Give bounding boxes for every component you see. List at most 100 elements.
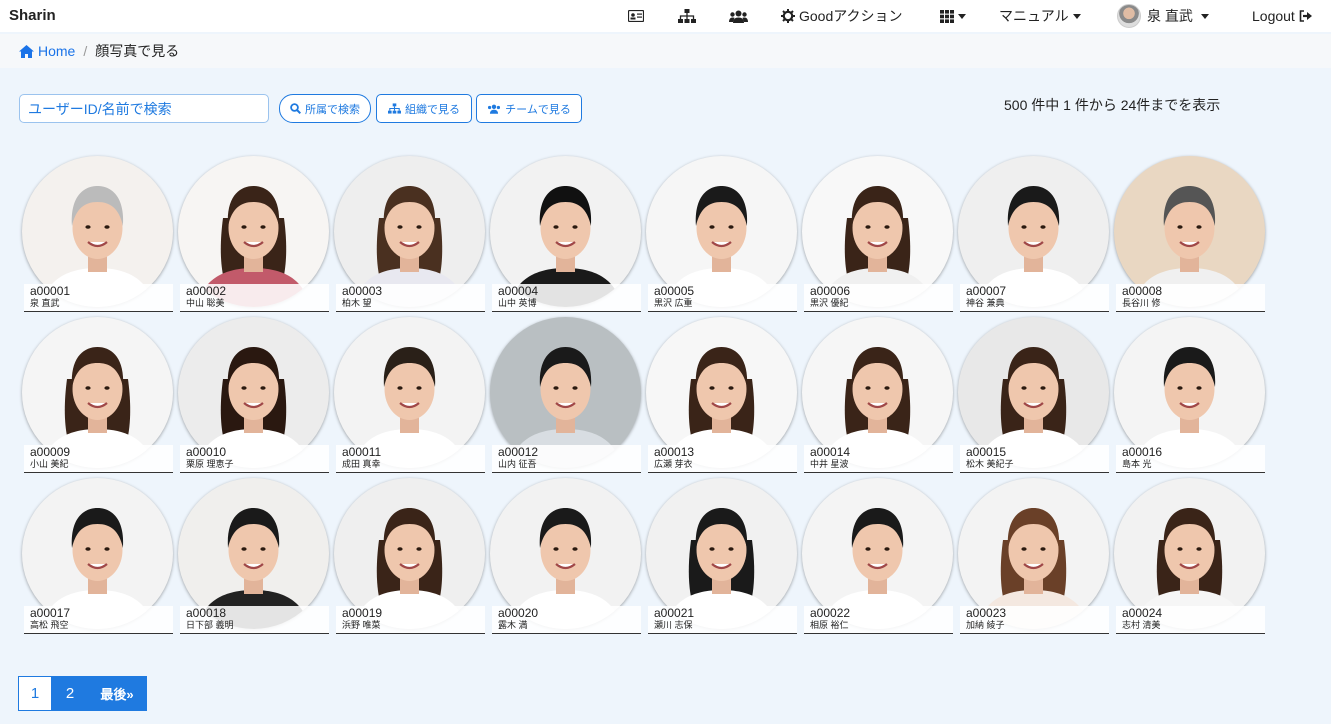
user-name: 松木 美紀子 xyxy=(966,459,1014,469)
user-name: 加納 綾子 xyxy=(966,620,1005,630)
user-label: a00017 高松 飛空 xyxy=(24,606,173,634)
chevron-down-icon xyxy=(1072,13,1081,19)
user-id: a00011 xyxy=(342,445,382,459)
user-card[interactable]: a00005 黒沢 広重 xyxy=(646,156,797,312)
user-label: a00022 相原 裕仁 xyxy=(804,606,953,634)
user-label: a00023 加納 綾子 xyxy=(960,606,1109,634)
user-card[interactable]: a00018 日下部 義明 xyxy=(178,478,329,634)
org-chart-icon[interactable] xyxy=(678,0,696,32)
user-card[interactable]: a00009 小山 美紀 xyxy=(22,317,173,473)
user-label: a00007 神谷 兼典 xyxy=(960,284,1109,312)
user-name: 黒沢 広重 xyxy=(654,298,693,308)
user-name: 柏木 望 xyxy=(342,298,372,308)
user-id: a00024 xyxy=(1122,606,1163,620)
user-label: a00016 島本 光 xyxy=(1116,445,1265,473)
user-label: a00004 山中 英博 xyxy=(492,284,641,312)
user-card[interactable]: a00019 浜野 唯菜 xyxy=(334,478,485,634)
user-name: 広瀬 芽衣 xyxy=(654,459,693,469)
view-org-button[interactable]: 組織で見る xyxy=(376,94,472,123)
last-page-link[interactable]: 最後» xyxy=(88,676,147,711)
user-id: a00017 xyxy=(30,606,71,620)
manual-menu[interactable]: マニュアル xyxy=(999,0,1081,32)
chevron-down-icon xyxy=(1200,13,1209,19)
user-name: 高松 飛空 xyxy=(30,620,69,630)
user-card[interactable]: a00014 中井 星波 xyxy=(802,317,953,473)
logout-link[interactable]: Logout xyxy=(1252,0,1312,32)
user-id: a00006 xyxy=(810,284,851,298)
user-card[interactable]: a00013 広瀬 芽衣 xyxy=(646,317,797,473)
user-card[interactable]: a00010 栗原 理恵子 xyxy=(178,317,329,473)
user-name: 中山 聡美 xyxy=(186,298,225,308)
user-name: 山中 英博 xyxy=(498,298,537,308)
search-input[interactable] xyxy=(19,94,269,123)
user-label: a00020 露木 満 xyxy=(492,606,641,634)
user-card[interactable]: a00015 松木 美紀子 xyxy=(958,317,1109,473)
user-id: a00005 xyxy=(654,284,695,298)
user-card[interactable]: a00023 加納 綾子 xyxy=(958,478,1109,634)
user-id: a00021 xyxy=(654,606,695,620)
users-icon[interactable] xyxy=(729,0,748,32)
user-card[interactable]: a00008 長谷川 修 xyxy=(1114,156,1265,312)
user-id: a00022 xyxy=(810,606,851,620)
user-card[interactable]: a00006 黒沢 優紀 xyxy=(802,156,953,312)
id-card-icon[interactable] xyxy=(628,0,644,32)
view-org-label: 組織で見る xyxy=(405,103,460,116)
user-id: a00019 xyxy=(342,606,383,620)
user-name: 神谷 兼典 xyxy=(966,298,1005,308)
user-card[interactable]: a00016 島本 光 xyxy=(1114,317,1265,473)
breadcrumb-current: 顔写真で見る xyxy=(95,43,180,59)
user-card[interactable]: a00020 露木 満 xyxy=(490,478,641,634)
user-card[interactable]: a00003 柏木 望 xyxy=(334,156,485,312)
grid-icon xyxy=(940,9,954,23)
search-icon xyxy=(290,103,301,114)
good-action-menu[interactable]: Goodアクション xyxy=(781,0,903,32)
view-team-button[interactable]: チームで見る xyxy=(476,94,582,123)
user-name: 中井 星波 xyxy=(810,459,849,469)
user-name: 成田 真幸 xyxy=(342,459,381,469)
user-label: a00012 山内 征吾 xyxy=(492,445,641,473)
breadcrumb-separator: / xyxy=(83,43,88,59)
user-card[interactable]: a00011 成田 真幸 xyxy=(334,317,485,473)
user-card[interactable]: a00024 志村 清美 xyxy=(1114,478,1265,634)
user-name: 小山 美紀 xyxy=(30,459,69,469)
user-label: a00001 泉 直武 xyxy=(24,284,173,312)
user-name: 瀬川 志保 xyxy=(654,620,693,630)
avatar xyxy=(1117,4,1141,28)
user-card[interactable]: a00022 相原 裕仁 xyxy=(802,478,953,634)
user-id: a00002 xyxy=(186,284,227,298)
user-menu[interactable]: 泉 直武 xyxy=(1117,0,1209,32)
user-name: 露木 満 xyxy=(498,620,528,630)
breadcrumb-home[interactable]: Home xyxy=(19,43,75,59)
breadcrumb: Home / 顔写真で見る xyxy=(0,34,1331,68)
user-id: a00015 xyxy=(966,445,1007,459)
good-action-label: Goodアクション xyxy=(799,8,903,24)
user-card[interactable]: a00017 高松 飛空 xyxy=(22,478,173,634)
home-icon xyxy=(19,44,34,58)
user-label: a00010 栗原 理恵子 xyxy=(180,445,329,473)
user-label: a00015 松木 美紀子 xyxy=(960,445,1109,473)
user-label: a00009 小山 美紀 xyxy=(24,445,173,473)
gear-icon xyxy=(781,9,795,23)
users-icon xyxy=(488,104,501,114)
brand-logo[interactable]: Sharin xyxy=(9,7,56,24)
page-2-link[interactable]: 2 xyxy=(52,676,88,711)
user-label: a00003 柏木 望 xyxy=(336,284,485,312)
user-name: 泉 直武 xyxy=(30,298,60,308)
search-affiliation-button[interactable]: 所属で検索 xyxy=(279,94,371,123)
view-team-label: チームで見る xyxy=(505,103,571,116)
user-card[interactable]: a00002 中山 聡美 xyxy=(178,156,329,312)
page-1-link[interactable]: 1 xyxy=(18,676,52,711)
logout-label: Logout xyxy=(1252,8,1295,24)
user-label: a00018 日下部 義明 xyxy=(180,606,329,634)
search-affiliation-label: 所属で検索 xyxy=(305,103,360,116)
grid-menu[interactable] xyxy=(940,0,966,32)
user-name: 黒沢 優紀 xyxy=(810,298,849,308)
user-id: a00018 xyxy=(186,606,227,620)
user-label: a00011 成田 真幸 xyxy=(336,445,485,473)
user-card[interactable]: a00004 山中 英博 xyxy=(490,156,641,312)
user-label: a00006 黒沢 優紀 xyxy=(804,284,953,312)
user-card[interactable]: a00021 瀬川 志保 xyxy=(646,478,797,634)
user-card[interactable]: a00001 泉 直武 xyxy=(22,156,173,312)
user-card[interactable]: a00012 山内 征吾 xyxy=(490,317,641,473)
user-card[interactable]: a00007 神谷 兼典 xyxy=(958,156,1109,312)
